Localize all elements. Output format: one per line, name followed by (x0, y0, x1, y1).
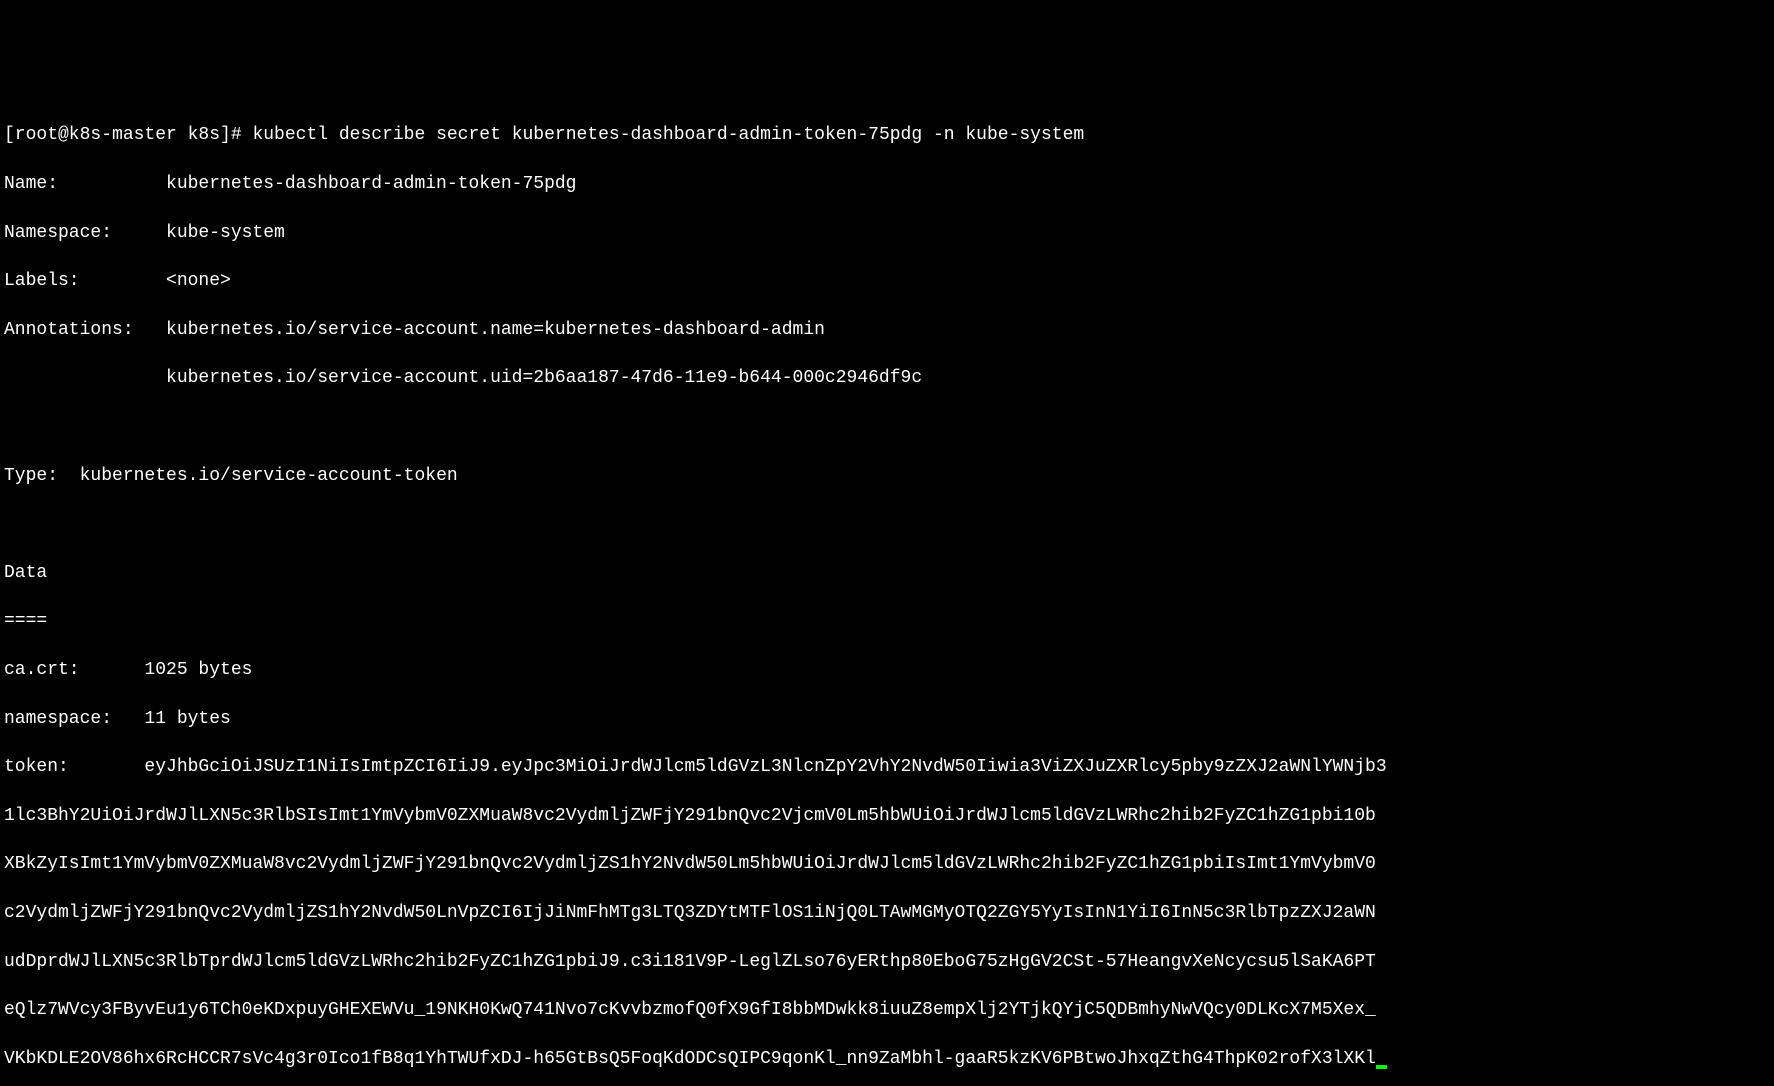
token-value-7: VKbKDLE2OV86hx6RcHCCR7sVc4g3r0Ico1fB8q1Y… (4, 1049, 1376, 1069)
token-value-3: XBkZyIsImt1YmVybmV0ZXMuaW8vc2VydmljZWFjY… (4, 852, 1770, 876)
blank-line (4, 512, 1770, 536)
cacrt-value: 1025 bytes (144, 660, 252, 680)
namespace-bytes-value: 11 bytes (144, 709, 230, 729)
namespace-value: kube-system (166, 223, 285, 243)
data-header: Data (4, 561, 1770, 585)
token-label: token: (4, 755, 144, 779)
shell-prompt: [root@k8s-master k8s]# (4, 125, 252, 145)
namespace-label: Namespace: (4, 221, 166, 245)
annotations-value-1: kubernetes.io/service-account.name=kuber… (166, 320, 825, 340)
token-value-4: c2VydmljZWFjY291bnQvc2VydmljZS1hY2NvdW50… (4, 901, 1770, 925)
name-row: Name:kubernetes-dashboard-admin-token-75… (4, 172, 1770, 196)
namespace-row: Namespace:kube-system (4, 221, 1770, 245)
name-value: kubernetes-dashboard-admin-token-75pdg (166, 174, 576, 194)
terminal-output: [root@k8s-master k8s]# kubectl describe … (4, 99, 1770, 1086)
type-value: kubernetes.io/service-account-token (80, 466, 458, 486)
type-row: Type:kubernetes.io/service-account-token (4, 464, 1770, 488)
labels-label: Labels: (4, 269, 166, 293)
token-row: token:eyJhbGciOiJSUzI1NiIsImtpZCI6IiJ9.e… (4, 755, 1770, 779)
labels-row: Labels:<none> (4, 269, 1770, 293)
command-text: kubectl describe secret kubernetes-dashb… (252, 125, 1084, 145)
data-underline: ==== (4, 609, 1770, 633)
labels-value: <none> (166, 271, 231, 291)
name-label: Name: (4, 172, 166, 196)
cacrt-label: ca.crt: (4, 658, 144, 682)
namespace-bytes-label: namespace: (4, 707, 144, 731)
token-value-6: eQlz7WVcy3FByvEu1y6TCh0eKDxpuyGHEXEWVu_1… (4, 998, 1770, 1022)
token-value-2: 1lc3BhY2UiOiJrdWJlLXN5c3RlbSIsImt1YmVybm… (4, 804, 1770, 828)
command-line: [root@k8s-master k8s]# kubectl describe … (4, 123, 1770, 147)
token-value-1: eyJhbGciOiJSUzI1NiIsImtpZCI6IiJ9.eyJpc3M… (144, 757, 1386, 777)
cacrt-row: ca.crt:1025 bytes (4, 658, 1770, 682)
token-value-7-wrap: VKbKDLE2OV86hx6RcHCCR7sVc4g3r0Ico1fB8q1Y… (4, 1047, 1770, 1071)
annotations-row: Annotations:kubernetes.io/service-accoun… (4, 318, 1770, 342)
annotations-value-2: kubernetes.io/service-account.uid=2b6aa1… (4, 366, 1770, 390)
namespace-bytes-row: namespace:11 bytes (4, 707, 1770, 731)
blank-line (4, 415, 1770, 439)
token-value-5: udDprdWJlLXN5c3RlbTprdWJlcm5ldGVzLWRhc2h… (4, 950, 1770, 974)
type-label: Type: (4, 464, 80, 488)
annotations-label: Annotations: (4, 318, 166, 342)
cursor-icon (1376, 1065, 1387, 1069)
